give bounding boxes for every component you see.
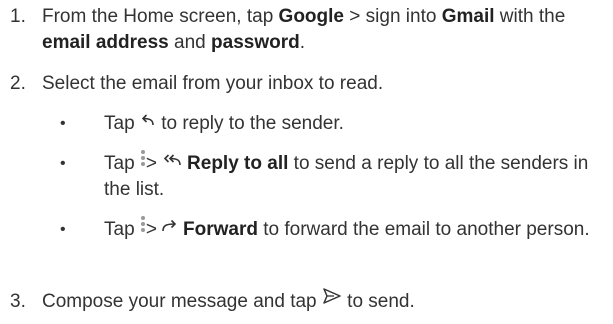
- bullet-marker: •: [60, 155, 66, 172]
- gmail-label: Gmail: [441, 6, 495, 27]
- bullet-marker: •: [60, 221, 66, 238]
- bullet-text: Tap > Reply to all to send a reply to all…: [104, 149, 609, 203]
- text-run: Compose your message and tap: [42, 291, 322, 313]
- password-label: password: [211, 32, 300, 53]
- step-text: Compose your message and tap to send.: [42, 287, 610, 315]
- separator: >: [145, 153, 158, 175]
- text-run: to send.: [341, 291, 415, 313]
- forward-icon: [161, 215, 179, 241]
- separator: >: [145, 219, 158, 241]
- email-address-label: email address: [42, 32, 169, 53]
- text-run: to reply to the sender.: [155, 113, 344, 135]
- step-number: 1.: [10, 6, 26, 27]
- text-run: From the Home screen, tap: [42, 6, 279, 27]
- forward-label: Forward: [183, 219, 258, 241]
- reply-to-all-label: Reply to all: [187, 153, 289, 175]
- text-run: .: [299, 32, 305, 53]
- more-vert-icon: [140, 215, 146, 241]
- reply-all-icon: [161, 149, 183, 175]
- text-run: Tap: [104, 113, 140, 135]
- send-icon: [322, 287, 342, 313]
- bullet-marker: •: [60, 115, 66, 132]
- text-run: with the: [494, 6, 566, 27]
- step-text: From the Home screen, tap Google > sign …: [42, 4, 610, 56]
- bullet-text: Tap to reply to the sender.: [104, 111, 609, 137]
- instructions-document: 1. From the Home screen, tap Google > si…: [0, 0, 613, 324]
- text-run: to forward the email to another person.: [257, 219, 590, 241]
- text-run: and: [168, 32, 212, 53]
- more-vert-icon: [140, 149, 146, 175]
- step-number: 2.: [10, 73, 26, 94]
- google-label: Google: [278, 6, 344, 27]
- step-number: 3.: [10, 291, 26, 312]
- step-text: Select the email from your inbox to read…: [42, 73, 384, 94]
- text-run: > sign into: [344, 6, 442, 27]
- bullet-text: Tap > Forward to forward the email to ano…: [104, 215, 609, 243]
- text-run: Tap: [104, 219, 140, 241]
- reply-icon: [140, 109, 156, 135]
- text-run: Tap: [104, 153, 140, 175]
